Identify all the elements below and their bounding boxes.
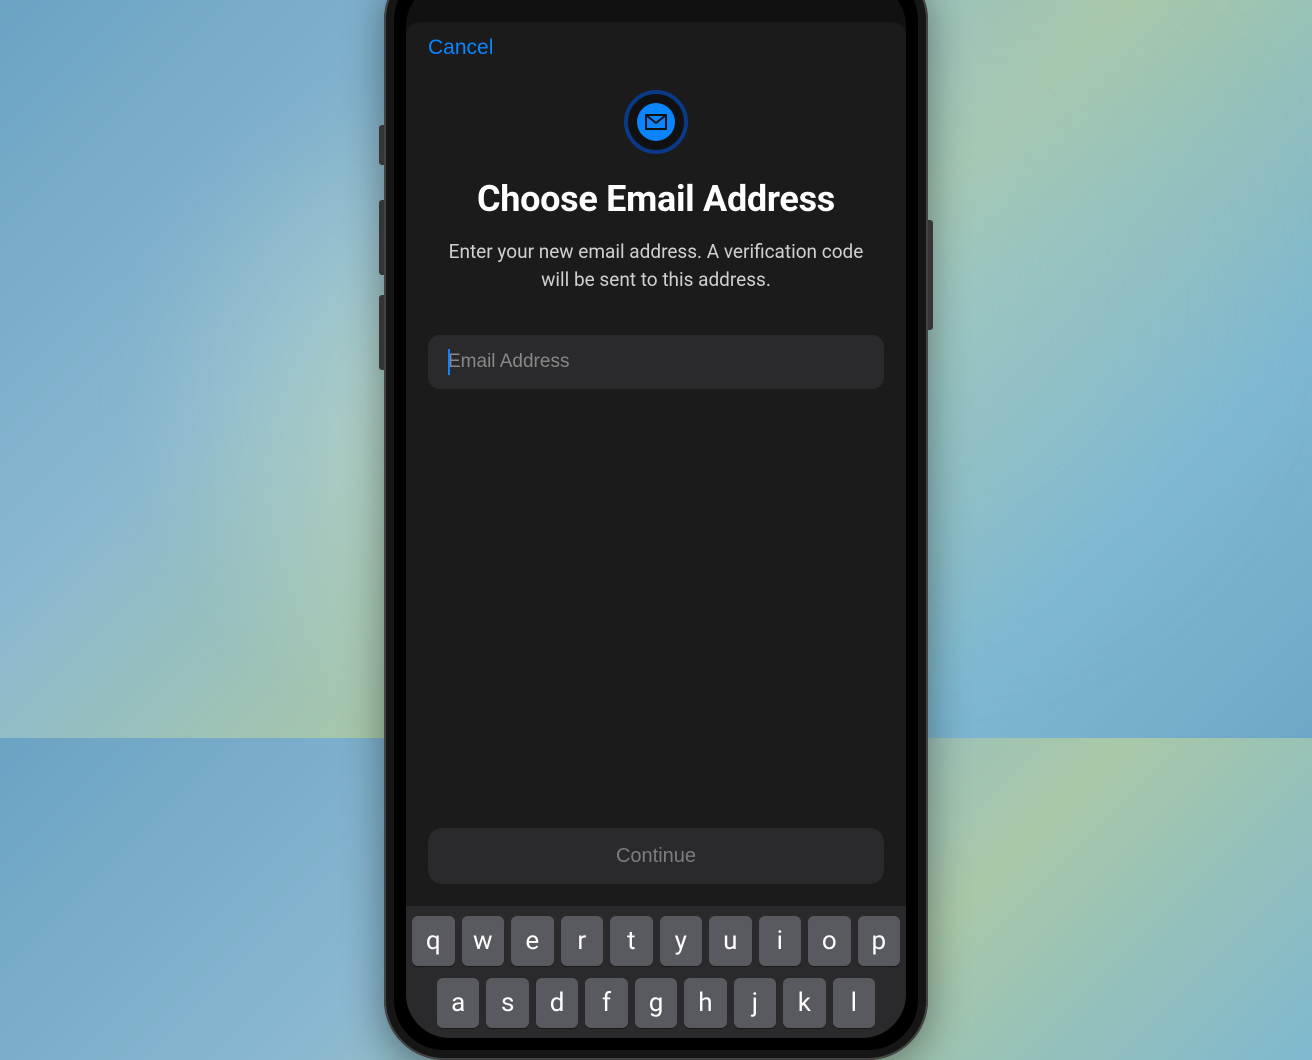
nav-bar: Cancel xyxy=(406,22,906,60)
page-subtitle: Enter your new email address. A verifica… xyxy=(436,238,876,293)
phone-frame: Cancel Choose Email Address Enter your n… xyxy=(384,0,928,1060)
phone-screen: Cancel Choose Email Address Enter your n… xyxy=(406,0,906,1038)
key-a[interactable]: a xyxy=(437,978,479,1028)
email-field-wrap xyxy=(406,335,906,389)
cancel-button[interactable]: Cancel xyxy=(428,36,493,60)
key-o[interactable]: o xyxy=(808,916,851,966)
key-d[interactable]: d xyxy=(536,978,578,1028)
key-g[interactable]: g xyxy=(635,978,677,1028)
key-t[interactable]: t xyxy=(610,916,653,966)
modal-sheet: Cancel Choose Email Address Enter your n… xyxy=(406,22,906,1038)
continue-wrap: Continue xyxy=(406,828,906,906)
key-w[interactable]: w xyxy=(462,916,505,966)
hero-section: Choose Email Address Enter your new emai… xyxy=(406,60,906,293)
key-k[interactable]: k xyxy=(783,978,825,1028)
phone-volume-up xyxy=(379,200,384,275)
mail-icon-svg xyxy=(644,113,668,131)
keyboard-row-1: qwertyuiop xyxy=(412,916,900,966)
key-h[interactable]: h xyxy=(684,978,726,1028)
key-f[interactable]: f xyxy=(585,978,627,1028)
page-title: Choose Email Address xyxy=(477,178,835,220)
key-s[interactable]: s xyxy=(486,978,528,1028)
keyboard: qwertyuiop asdfghjkl xyxy=(406,906,906,1038)
text-cursor xyxy=(448,349,450,375)
key-y[interactable]: y xyxy=(660,916,703,966)
key-r[interactable]: r xyxy=(561,916,604,966)
key-e[interactable]: e xyxy=(511,916,554,966)
key-p[interactable]: p xyxy=(858,916,901,966)
key-u[interactable]: u xyxy=(709,916,752,966)
spacer xyxy=(406,389,906,828)
email-field[interactable] xyxy=(428,335,884,389)
phone-silent-switch xyxy=(379,125,384,165)
key-q[interactable]: q xyxy=(412,916,455,966)
phone-volume-down xyxy=(379,295,384,370)
key-l[interactable]: l xyxy=(833,978,875,1028)
mail-icon xyxy=(637,103,675,141)
keyboard-row-2: asdfghjkl xyxy=(412,978,900,1028)
phone-power-button xyxy=(928,220,933,330)
phone-bezel: Cancel Choose Email Address Enter your n… xyxy=(394,0,918,1050)
continue-button[interactable]: Continue xyxy=(428,828,884,884)
mail-icon-ring xyxy=(624,90,688,154)
key-i[interactable]: i xyxy=(759,916,802,966)
key-j[interactable]: j xyxy=(734,978,776,1028)
